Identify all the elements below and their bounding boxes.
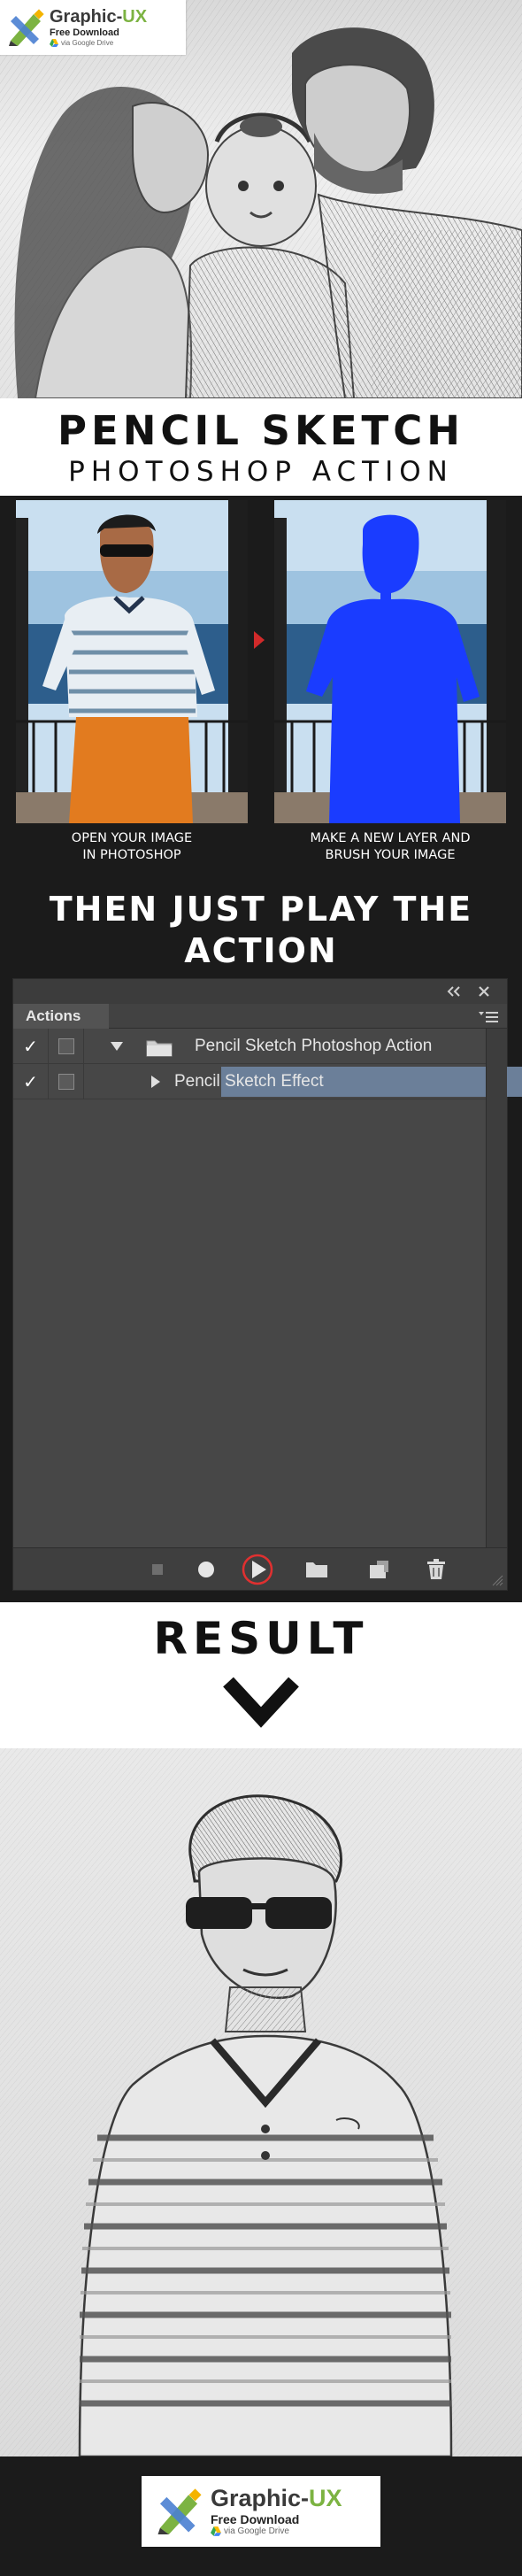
action-label: Pencil Sketch Effect — [174, 1072, 324, 1091]
panel-titlebar — [13, 979, 507, 1004]
play-heading-line1: THEN JUST PLAY THE — [49, 890, 473, 929]
original-photo — [16, 500, 248, 823]
logo-tagline: Free Download — [50, 27, 119, 38]
actions-panel: Actions ✓ Pencil Sketch Photoshop Action — [12, 978, 522, 1591]
result-heading: RESULT — [153, 1613, 369, 1664]
brushed-silhouette-drawing — [274, 500, 506, 823]
double-chevron-left-icon[interactable] — [447, 986, 461, 997]
actions-list: ✓ Pencil Sketch Photoshop Action ✓ Penci… — [13, 1029, 522, 1547]
new-action-icon — [370, 1561, 388, 1578]
logo-source: via Google Drive — [211, 2526, 342, 2536]
chevron-right-icon — [254, 631, 265, 649]
play-heading-line2: ACTION — [184, 931, 338, 970]
logo-name: Graphic-UX — [50, 7, 148, 27]
brand-logo: Graphic-UX Free Download via Google Driv… — [0, 0, 186, 55]
record-icon — [198, 1562, 214, 1577]
step1-caption: OPEN YOUR IMAGE IN PHOTOSHOP — [71, 831, 193, 862]
delete-button[interactable] — [420, 1555, 452, 1584]
record-button[interactable] — [190, 1555, 222, 1584]
chevron-down-icon — [223, 1677, 299, 1728]
result-sketch-image — [0, 1748, 522, 2456]
scrollbar[interactable] — [486, 1029, 507, 1547]
action-set-cell[interactable]: Pencil Sketch Photoshop Action — [84, 1029, 507, 1064]
man-sketch-drawing — [0, 1748, 522, 2456]
toggle-checkmark[interactable]: ✓ — [13, 1064, 49, 1099]
new-set-button[interactable] — [301, 1555, 333, 1584]
tab-strip — [109, 1004, 507, 1029]
folder-icon — [146, 1040, 173, 1057]
panel-menu-icon[interactable] — [479, 1010, 498, 1022]
family-sketch-drawing — [0, 0, 522, 398]
dialog-toggle[interactable] — [49, 1029, 84, 1064]
google-drive-icon — [50, 39, 58, 47]
page-title: PENCIL SKETCH — [58, 407, 464, 454]
footer-brand-logo: Graphic-UX Free Download via Google Driv… — [142, 2476, 380, 2547]
logo-pencil-icon — [157, 2488, 202, 2534]
step2-caption: MAKE A NEW LAYER AND BRUSH YOUR IMAGE — [310, 831, 471, 862]
brushed-photo — [274, 500, 506, 823]
resize-grip-icon[interactable] — [491, 1574, 503, 1586]
triangle-right-icon[interactable] — [151, 1076, 160, 1088]
stop-icon — [152, 1564, 163, 1575]
action-set-row[interactable]: ✓ Pencil Sketch Photoshop Action — [13, 1029, 507, 1064]
tab-actions[interactable]: Actions — [13, 1004, 109, 1029]
action-cell[interactable]: Pencil Sketch Effect — [84, 1064, 522, 1099]
logo-tagline: Free Download — [211, 2512, 300, 2526]
action-set-label: Pencil Sketch Photoshop Action — [195, 1037, 433, 1055]
play-icon — [242, 1554, 273, 1585]
action-row[interactable]: ✓ Pencil Sketch Effect — [13, 1064, 522, 1099]
panel-toolbar — [13, 1547, 507, 1590]
logo-name: Graphic-UX — [211, 2485, 342, 2511]
trash-icon — [427, 1559, 445, 1579]
logo-source: via Google Drive — [50, 39, 147, 47]
man-photo-drawing — [16, 500, 248, 823]
stop-button[interactable] — [142, 1555, 173, 1584]
play-button[interactable] — [242, 1554, 273, 1585]
logo-pencil-icon — [9, 9, 44, 46]
google-drive-icon — [211, 2526, 221, 2536]
footer: Graphic-UX Free Download via Google Driv… — [0, 2456, 522, 2576]
folder-icon — [306, 1562, 327, 1577]
dialog-toggle[interactable] — [49, 1064, 84, 1099]
result-band: RESULT — [0, 1602, 522, 1748]
family-sketch-image: Graphic-UX Free Download via Google Driv… — [0, 0, 522, 398]
toggle-checkmark[interactable]: ✓ — [13, 1029, 49, 1064]
triangle-down-icon[interactable] — [111, 1042, 123, 1051]
new-action-button[interactable] — [363, 1555, 395, 1584]
title-band: PENCIL SKETCH PHOTOSHOP ACTION — [0, 398, 522, 496]
page-subtitle: PHOTOSHOP ACTION — [68, 456, 454, 488]
close-icon[interactable] — [478, 985, 490, 998]
